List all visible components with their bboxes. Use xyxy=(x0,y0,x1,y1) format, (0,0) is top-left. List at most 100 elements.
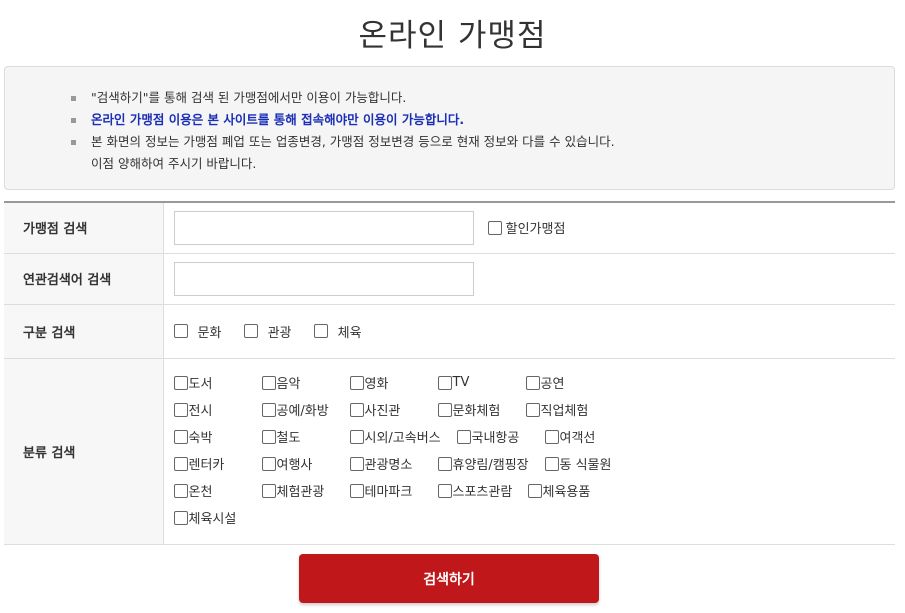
category-label: 영화 xyxy=(364,377,389,392)
checkbox-icon[interactable] xyxy=(349,429,364,444)
category-checkbox[interactable]: 테마파크 xyxy=(349,481,438,500)
division-label: 관광 xyxy=(267,325,292,341)
category-checkbox[interactable]: 스포츠관람 xyxy=(437,481,528,500)
category-checkbox[interactable]: 전시 xyxy=(173,400,262,419)
category-label: 숙박 xyxy=(188,431,213,446)
category-checkbox[interactable]: 음악 xyxy=(261,373,350,392)
checkbox-icon[interactable] xyxy=(261,483,276,498)
category-checkbox[interactable]: 관광명소 xyxy=(349,454,438,473)
category-checkbox[interactable]: 온천 xyxy=(173,481,262,500)
category-grid: 도서 음악 영화 TV 공연전시 공예/화방 사진관 문화체험 직업체험숙박 철도 시외/고속버스 국… xyxy=(173,363,896,539)
category-search-row: 분류 검색 도서 음악 영화 TV 공연 전시 공예/화방 사진관 문화체험 직업체험 숙박 철도 시외… xyxy=(4,358,896,545)
checkbox-icon[interactable] xyxy=(261,375,276,390)
category-checkbox[interactable]: 문화체험 xyxy=(437,400,526,419)
category-label: 체육용품 xyxy=(542,485,591,500)
bullet-icon xyxy=(71,140,76,145)
category-label: 철도 xyxy=(276,431,301,446)
checkbox-icon[interactable] xyxy=(173,429,188,444)
category-label: 국내항공 xyxy=(471,431,520,446)
category-cell: 도서 음악 영화 TV 공연전시 공예/화방 사진관 문화체험 직업체험숙박 철도 시외/고속버스 국… xyxy=(163,358,896,545)
category-label: 문화체험 xyxy=(452,404,501,419)
notice-item: "검색하기"를 통해 검색 된 가맹점에서만 이용이 가능합니다. xyxy=(71,87,615,109)
category-checkbox[interactable]: 국내항공 xyxy=(456,427,545,446)
category-label: 공연 xyxy=(540,377,565,392)
category-label: TV xyxy=(452,375,470,390)
category-checkbox[interactable]: 여행사 xyxy=(261,454,350,473)
checkbox-icon[interactable] xyxy=(437,402,452,417)
checkbox-icon[interactable] xyxy=(349,402,364,417)
checkbox-icon[interactable] xyxy=(437,375,452,390)
related-search-input[interactable] xyxy=(173,261,474,296)
category-checkbox[interactable]: 철도 xyxy=(261,427,350,446)
category-checkbox[interactable]: 공예/화방 xyxy=(261,400,350,419)
category-checkbox[interactable]: 동 식물원 xyxy=(544,454,633,473)
checkbox-icon[interactable] xyxy=(525,375,540,390)
discount-store-checkbox[interactable]: 할인가맹점 xyxy=(487,218,566,238)
checkbox-icon[interactable] xyxy=(173,456,188,471)
checkbox-icon[interactable] xyxy=(349,483,364,498)
division-label: 체육 xyxy=(337,325,362,341)
category-checkbox[interactable]: 도서 xyxy=(173,373,262,392)
checkbox-icon[interactable] xyxy=(313,324,328,338)
checkbox-icon[interactable] xyxy=(173,510,188,525)
checkbox-icon[interactable] xyxy=(173,483,188,498)
category-row: 숙박 철도 시외/고속버스 국내항공 여객선 xyxy=(173,423,896,450)
checkbox-icon[interactable] xyxy=(437,483,452,498)
checkbox-icon[interactable] xyxy=(243,324,258,338)
discount-store-label: 할인가맹점 xyxy=(505,222,566,238)
category-checkbox[interactable]: 숙박 xyxy=(173,427,262,446)
store-search-row: 가맹점 검색 할인가맹점 xyxy=(4,202,895,254)
category-checkbox[interactable]: TV xyxy=(437,375,526,390)
category-label: 휴양림/캠핑장 xyxy=(452,458,529,473)
category-checkbox[interactable]: 영화 xyxy=(349,373,438,392)
category-checkbox[interactable]: 렌터카 xyxy=(173,454,262,473)
checkbox-icon[interactable] xyxy=(544,456,559,471)
checkbox-icon[interactable] xyxy=(544,429,559,444)
category-checkbox[interactable]: 체험관광 xyxy=(261,481,350,500)
notice-text: 온라인 가맹점 이용은 본 사이트를 통해 접속해야만 이용이 가능합니다. xyxy=(91,112,465,127)
division-search-row: 구분 검색 문화 관광 체육 xyxy=(4,304,895,359)
search-button[interactable]: 검색하기 xyxy=(299,554,599,603)
checkbox-icon[interactable] xyxy=(525,402,540,417)
category-checkbox[interactable]: 체육용품 xyxy=(527,481,616,500)
notice-box: "검색하기"를 통해 검색 된 가맹점에서만 이용이 가능합니다. 온라인 가맹… xyxy=(4,66,895,190)
search-form-table: 가맹점 검색 할인가맹점 연관검색어 검색 구분 검색 문화 관광 체육 분류 … xyxy=(4,201,895,545)
store-search-input[interactable] xyxy=(173,210,474,245)
division-cell: 문화 관광 체육 xyxy=(163,304,895,359)
category-label: 직업체험 xyxy=(540,404,589,419)
category-row: 체육시설 xyxy=(173,504,896,531)
checkbox-icon[interactable] xyxy=(173,324,188,338)
category-checkbox[interactable]: 시외/고속버스 xyxy=(349,427,457,446)
category-label: 시외/고속버스 xyxy=(364,431,441,446)
division-checkbox-sports[interactable]: 체육 xyxy=(313,322,362,341)
category-checkbox[interactable]: 공연 xyxy=(525,373,614,392)
checkbox-icon[interactable] xyxy=(527,483,542,498)
notice-list: "검색하기"를 통해 검색 된 가맹점에서만 이용이 가능합니다. 온라인 가맹… xyxy=(71,87,615,175)
category-row: 렌터카 여행사 관광명소 휴양림/캠핑장 동 식물원 xyxy=(173,450,896,477)
checkbox-icon[interactable] xyxy=(261,429,276,444)
category-checkbox[interactable]: 직업체험 xyxy=(525,400,614,419)
checkbox-icon[interactable] xyxy=(173,375,188,390)
checkbox-icon[interactable] xyxy=(261,402,276,417)
division-label: 문화 xyxy=(197,325,222,341)
checkbox-icon[interactable] xyxy=(456,429,471,444)
division-checkbox-culture[interactable]: 문화 xyxy=(173,322,222,341)
checkbox-icon[interactable] xyxy=(261,456,276,471)
category-row: 전시 공예/화방 사진관 문화체험 직업체험 xyxy=(173,396,896,423)
page-title: 온라인 가맹점 xyxy=(358,18,547,54)
division-checkbox-tourism[interactable]: 관광 xyxy=(243,322,292,341)
category-label: 온천 xyxy=(188,485,213,500)
category-checkbox[interactable]: 체육시설 xyxy=(173,508,262,527)
category-label: 테마파크 xyxy=(364,485,413,500)
category-label: 전시 xyxy=(188,404,213,419)
checkbox-icon[interactable] xyxy=(349,456,364,471)
category-checkbox[interactable]: 사진관 xyxy=(349,400,438,419)
checkbox-icon[interactable] xyxy=(437,456,452,471)
checkbox-icon[interactable] xyxy=(349,375,364,390)
category-label: 공예/화방 xyxy=(276,404,329,419)
checkbox-icon[interactable] xyxy=(173,402,188,417)
category-checkbox[interactable]: 여객선 xyxy=(544,427,633,446)
category-row: 온천 체험관광 테마파크 스포츠관람 체육용품 xyxy=(173,477,896,504)
checkbox-icon[interactable] xyxy=(487,220,502,235)
category-checkbox[interactable]: 휴양림/캠핑장 xyxy=(437,454,545,473)
